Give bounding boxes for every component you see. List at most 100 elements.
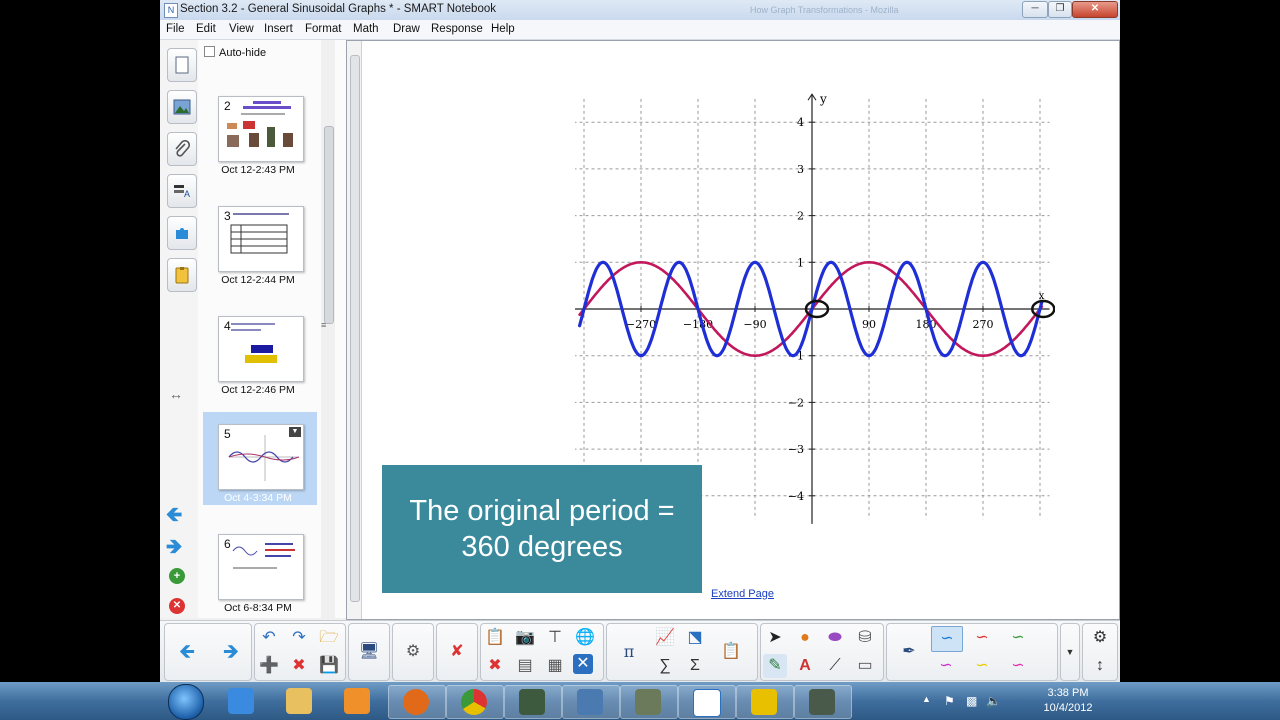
insert-text-icon[interactable]: ⊤ (543, 626, 567, 650)
page-sorter-tab[interactable] (167, 48, 197, 82)
taskbar-firefox[interactable] (388, 685, 446, 719)
page-menu-dropdown-icon[interactable]: ▼ (289, 427, 301, 437)
redo-icon[interactable]: ↷ (287, 626, 311, 650)
sorter-scroll-thumb[interactable] (324, 126, 334, 324)
menu-view[interactable]: View (229, 23, 254, 35)
taskbar-graphing[interactable] (736, 685, 794, 719)
shape-tool-icon[interactable]: ⬔ (683, 626, 707, 650)
taskbar-smart-notebook[interactable] (678, 685, 736, 719)
resize-panel-icon[interactable]: ↔ (169, 386, 183, 402)
delete-page-icon[interactable]: ✕ (169, 598, 185, 614)
magenta-pen-icon[interactable]: ∽ (931, 654, 961, 678)
insert-table-icon[interactable]: ▦ (543, 654, 567, 678)
page-thumbnail-2[interactable]: 2 (218, 96, 304, 162)
maximize-button[interactable]: ❐ (1048, 1, 1072, 18)
pi-icon[interactable]: π (617, 640, 641, 664)
delete-icon[interactable]: ✖ (483, 654, 507, 678)
pens-icon[interactable]: ✎ (763, 654, 787, 678)
full-screen-icon[interactable]: ▤ (513, 654, 537, 678)
previous-page-icon[interactable]: 🡸 (175, 640, 199, 664)
menu-format[interactable]: Format (305, 23, 341, 35)
minimize-button[interactable]: ─ (1022, 1, 1048, 18)
yellow-highlighter-icon[interactable]: ∽ (967, 654, 997, 678)
text-tool-icon[interactable]: A (793, 654, 817, 678)
canvas-scroll-thumb[interactable] (350, 55, 360, 602)
page-thumbnail-6[interactable]: 6 (218, 534, 304, 600)
move-toolbar-icon[interactable]: ↕ (1088, 654, 1112, 678)
pink-highlighter-icon[interactable]: ∽ (1003, 654, 1033, 678)
network-icon[interactable]: ▩ (966, 694, 977, 708)
response-tab[interactable] (167, 258, 197, 292)
show-hidden-icons[interactable]: ▲ (922, 694, 931, 704)
fill-icon[interactable]: ⛁ (853, 626, 877, 650)
taskbar-app-3[interactable] (620, 685, 678, 719)
menu-draw[interactable]: Draw (393, 23, 420, 35)
eraser-tool-icon[interactable]: ▭ (853, 654, 877, 678)
shapes-icon[interactable]: ● (793, 626, 817, 650)
next-page-icon[interactable]: 🡺 (166, 532, 182, 566)
page-thumbnail-3[interactable]: 3 (218, 206, 304, 272)
sigma-icon[interactable]: Σ (683, 654, 707, 678)
action-center-icon[interactable]: ⚑ (944, 694, 955, 708)
extend-page-link[interactable]: Extend Page (711, 588, 774, 600)
page-thumbnail-5[interactable]: 5 ▼ (218, 424, 304, 490)
undo-icon[interactable]: ↶ (257, 626, 281, 650)
properties-tab[interactable]: A (167, 174, 197, 208)
screen-capture-icon[interactable]: 📷 (513, 626, 537, 650)
add-page-icon[interactable]: + (169, 568, 185, 584)
attachments-tab[interactable] (167, 132, 197, 166)
period-textbox[interactable]: The original period = 360 degrees (382, 465, 702, 593)
menu-file[interactable]: File (166, 23, 185, 35)
menu-help[interactable]: Help (491, 23, 515, 35)
menu-math[interactable]: Math (353, 23, 379, 35)
screen-shade-icon[interactable]: 🖥 (357, 640, 381, 664)
addons-tab[interactable] (167, 216, 197, 250)
red-pen-icon[interactable]: ∽ (967, 626, 997, 650)
close-button[interactable]: ✕ (1072, 1, 1118, 18)
canvas-scrollbar[interactable] (347, 41, 362, 619)
sorter-scrollbar[interactable]: ≡ (321, 40, 335, 618)
taskbar-app-2[interactable] (562, 685, 620, 719)
page-thumbnail-4[interactable]: 4 (218, 316, 304, 382)
more-tools-dropdown-icon[interactable]: ▼ (1058, 640, 1082, 664)
line-tool-icon[interactable]: ⟋ (823, 654, 847, 678)
open-folder-icon[interactable]: 🗁 (317, 626, 341, 650)
gear-icon[interactable]: ⚙ (1088, 626, 1112, 650)
menu-response[interactable]: Response (431, 23, 483, 35)
taskbar-chrome[interactable] (446, 685, 504, 719)
taskbar-app-4[interactable] (794, 685, 852, 719)
green-pen-icon[interactable]: ∽ (1003, 626, 1033, 650)
autohide-checkbox[interactable]: Auto-hide (204, 46, 266, 59)
document-camera-icon[interactable]: ⚙ (401, 640, 425, 664)
notebook-canvas[interactable]: y x −270 −180 −90 90 180 270 4 3 2 1 −1 −2 −3 −4 The or… (346, 40, 1120, 620)
gallery-tab[interactable] (167, 90, 197, 124)
delete-page-icon[interactable]: ✖ (287, 654, 311, 678)
save-icon[interactable]: 💾 (317, 654, 341, 678)
add-page-icon[interactable]: ➕ (257, 654, 281, 678)
splitter-grip-icon[interactable]: ≡ (321, 320, 326, 330)
previous-page-icon[interactable]: 🡸 (166, 500, 182, 534)
paste-icon[interactable]: 📋 (483, 626, 507, 650)
menu-edit[interactable]: Edit (196, 23, 216, 35)
select-arrow-icon[interactable]: ➤ (763, 626, 787, 650)
close-tool-icon[interactable]: ✕ (573, 654, 593, 674)
eraser-icon[interactable]: ⬬ (823, 626, 847, 650)
clear-ink-icon[interactable]: ✘ (445, 640, 469, 664)
equation-icon[interactable]: ∑ (653, 654, 677, 678)
internet-browser-icon[interactable]: 🌐 (573, 626, 597, 650)
taskbar-file-explorer[interactable] (272, 685, 328, 717)
checkbox-box[interactable] (204, 46, 215, 57)
response-icon[interactable]: 📋 (719, 640, 743, 664)
pen-icon[interactable]: ✒ (897, 640, 921, 664)
system-clock[interactable]: 3:38 PM 10/4/2012 (1036, 686, 1100, 716)
menu-insert[interactable]: Insert (264, 23, 293, 35)
taskbar-media-player[interactable] (330, 685, 386, 717)
next-page-icon[interactable]: 🡺 (219, 640, 243, 664)
start-button[interactable] (168, 684, 204, 720)
taskbar-internet-explorer[interactable] (214, 685, 270, 717)
blue-pen-icon[interactable]: ∽ (931, 626, 963, 652)
application-icon (577, 689, 603, 715)
graph-tool-icon[interactable]: 📈 (653, 626, 677, 650)
taskbar-app-1[interactable] (504, 685, 562, 719)
volume-icon[interactable]: 🔈 (986, 694, 1001, 708)
